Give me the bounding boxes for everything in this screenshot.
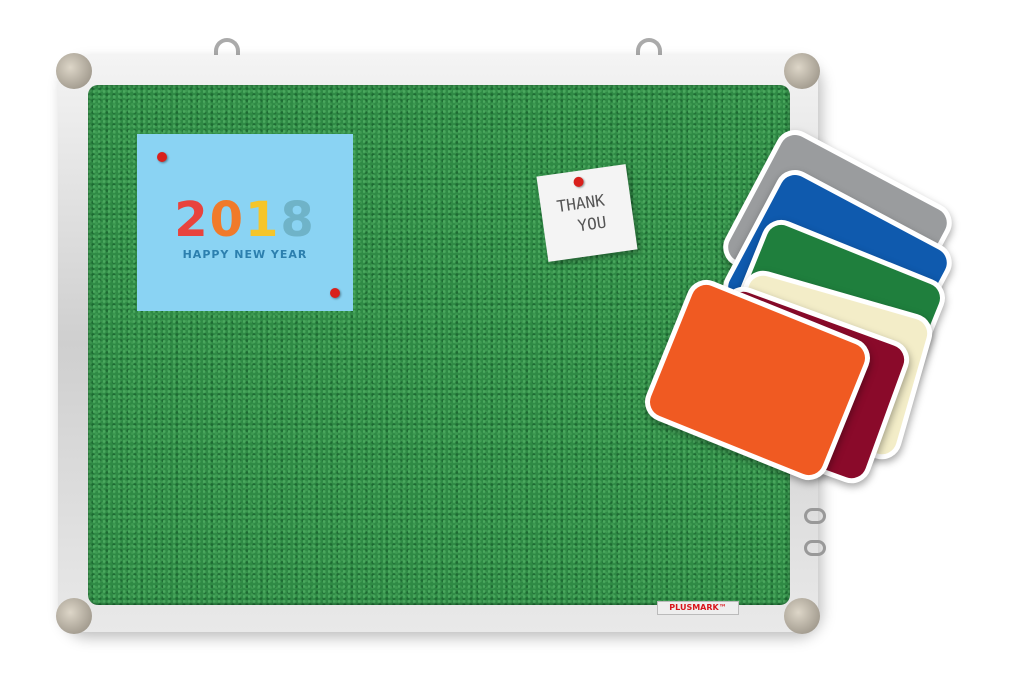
side-clip — [804, 540, 826, 556]
frame-corner — [784, 598, 820, 634]
new-year-poster: 2018 HAPPY NEW YEAR — [137, 134, 353, 311]
frame-corner — [56, 53, 92, 89]
push-pin — [330, 288, 340, 298]
thank-you-note: THANK YOU — [536, 164, 638, 262]
frame-corner — [56, 598, 92, 634]
digit: 8 — [280, 192, 316, 248]
frame-corner — [784, 53, 820, 89]
side-clip — [804, 508, 826, 524]
poster-year: 2018 — [137, 192, 353, 248]
digit: 1 — [245, 192, 281, 248]
brand-label: PLUSMARK™ — [657, 601, 739, 615]
digit: 2 — [174, 192, 210, 248]
push-pin — [572, 176, 585, 188]
digit: 0 — [209, 192, 245, 248]
poster-caption: HAPPY NEW YEAR — [182, 248, 308, 261]
push-pin — [157, 152, 167, 162]
